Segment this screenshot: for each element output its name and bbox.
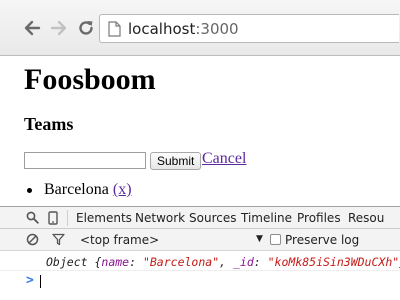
tab-sources[interactable]: Sources: [189, 211, 236, 225]
text-cursor: [40, 275, 41, 288]
preserve-log-checkbox[interactable]: [270, 234, 281, 245]
log-value-name: "Barcelona": [142, 255, 220, 269]
team-list: Barcelona (x): [27, 181, 132, 199]
log-separator: ,: [219, 255, 233, 269]
filter-icon[interactable]: [52, 233, 65, 246]
submit-button[interactable]: Submit: [150, 152, 202, 170]
page-content: Foosboom Teams Submit Cancel Barcelona (…: [0, 57, 400, 207]
page-title: Foosboom: [24, 63, 156, 96]
preserve-log-label: Preserve log: [285, 233, 360, 247]
browser-window: localhost:3000 Foosboom Teams Submit Can…: [0, 0, 400, 300]
browser-toolbar: localhost:3000: [0, 0, 400, 56]
log-key-name: name: [101, 255, 130, 269]
clear-console-icon[interactable]: [26, 233, 39, 246]
dropdown-arrow-icon[interactable]: ▼: [256, 234, 263, 244]
log-prefix: Object {: [46, 255, 102, 269]
list-item: Barcelona (x): [27, 181, 132, 199]
log-key-id: _id: [232, 255, 254, 269]
arrow-right-icon: [50, 20, 67, 36]
tab-timeline[interactable]: Timeline: [241, 211, 292, 225]
console-toolbar: <top frame> ▼ Preserve log: [0, 229, 400, 251]
prompt-chevron-icon: >: [26, 273, 34, 288]
devtools-divider: [67, 210, 68, 226]
tab-resources[interactable]: Resou: [348, 211, 384, 225]
devtools-tabbar: Elements Network Sources Timeline Profil…: [0, 207, 400, 229]
console-log-entry[interactable]: Object {name: "Barcelona", _id: "koMk85i…: [0, 251, 400, 271]
devtools-panel: Elements Network Sources Timeline Profil…: [0, 206, 400, 300]
tab-network[interactable]: Network: [135, 211, 185, 225]
team-name: Barcelona: [44, 181, 109, 198]
arrow-left-icon: [24, 20, 41, 36]
url-host: localhost: [128, 20, 196, 38]
address-bar[interactable]: localhost:3000: [99, 14, 399, 43]
log-value-id: "koMk85iSin3WDuCXh": [267, 255, 400, 269]
tab-profiles[interactable]: Profiles: [297, 211, 341, 225]
page-icon: [108, 21, 121, 37]
device-mode-icon[interactable]: [48, 211, 58, 225]
remove-team-link[interactable]: (x): [113, 181, 132, 198]
bullet-icon: [27, 188, 32, 193]
console-input[interactable]: >: [0, 271, 400, 291]
teams-heading: Teams: [24, 114, 74, 134]
reload-button[interactable]: [75, 17, 97, 39]
tab-elements[interactable]: Elements: [76, 211, 132, 225]
team-name-input[interactable]: [24, 152, 146, 169]
cancel-link[interactable]: Cancel: [202, 150, 246, 168]
reload-icon: [79, 21, 93, 35]
frame-selector[interactable]: <top frame>: [80, 233, 159, 247]
url-text: localhost:3000: [128, 20, 239, 38]
back-button[interactable]: [21, 17, 43, 39]
forward-button[interactable]: [48, 17, 70, 39]
url-port: :3000: [195, 20, 239, 38]
search-icon[interactable]: [26, 211, 39, 224]
